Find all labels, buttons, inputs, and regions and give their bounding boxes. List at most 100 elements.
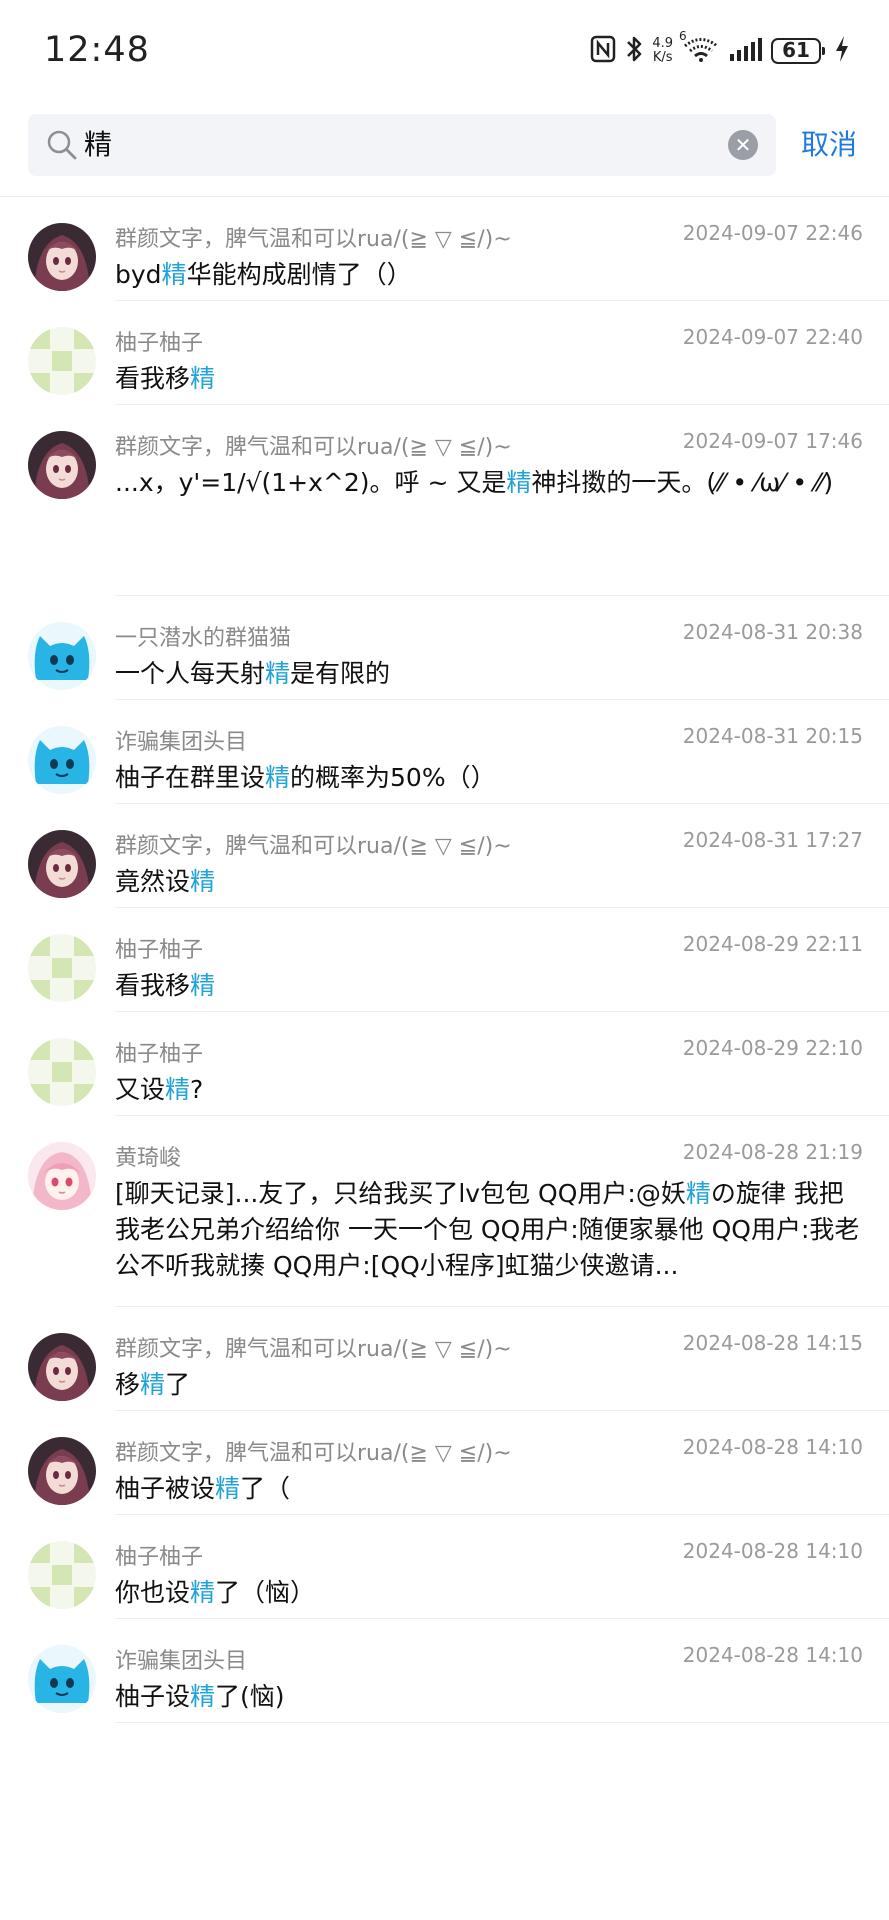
avatar[interactable] (28, 1437, 96, 1505)
cancel-button[interactable]: 取消 (801, 122, 857, 168)
green-checker-avatar-icon (28, 327, 96, 395)
message-text: [聊天记录]...友了，只给我买了lv包包 QQ用户:@妖精の旋律 我把我老公兄… (115, 1176, 865, 1284)
search-result-row[interactable]: 群颜文字，脾气温和可以rua/(≧ ▽ ≦/)~ 2024-09-07 22:46… (0, 197, 889, 301)
keyword-highlight: 精 (190, 867, 216, 896)
message-text: ...x，y'=1/√(1+x^2)。呼 ~ 又是精神抖擞的一天。(⁄⁄ • ⁄… (115, 465, 865, 501)
message-text-before: 柚子设 (115, 1682, 191, 1711)
signal-icon (729, 36, 763, 66)
keyword-highlight: 精 (215, 1474, 241, 1503)
search-result-row[interactable]: 黄琦峻 2024-08-28 21:19 [聊天记录]...友了，只给我买了lv包包… (0, 1116, 889, 1307)
sender-name: 柚子柚子 (115, 1545, 204, 1570)
search-result-row[interactable]: 群颜文字，脾气温和可以rua/(≧ ▽ ≦/)~ 2024-08-31 17:27… (0, 804, 889, 908)
sender-name: 诈骗集团头目 (115, 730, 248, 755)
message-text-before: 你也设 (115, 1578, 191, 1607)
avatar[interactable] (28, 726, 96, 794)
message-time: 2024-08-28 14:10 (682, 1643, 863, 1667)
message-time: 2024-08-28 14:10 (682, 1539, 863, 1563)
avatar[interactable] (28, 1333, 96, 1401)
anime-girl-avatar-icon (28, 1437, 96, 1505)
anime-girl-avatar-icon (28, 223, 96, 291)
keyword-highlight: 精 (165, 1075, 191, 1104)
keyword-highlight: 精 (685, 1179, 711, 1208)
avatar[interactable] (28, 1541, 96, 1609)
message-time: 2024-08-31 17:27 (682, 828, 863, 852)
message-time: 2024-09-07 17:46 (682, 429, 863, 453)
message-text-after: 是有限的 (290, 659, 391, 688)
keyword-highlight: 精 (190, 971, 216, 1000)
green-checker-avatar-icon (28, 934, 96, 1002)
anime-girl-avatar-icon (28, 830, 96, 898)
search-bar[interactable]: 精 ✕ (28, 114, 776, 176)
search-result-row[interactable]: 一只潜水的群猫猫 2024-08-31 20:38 一个人每天射精是有限的 (0, 596, 889, 700)
clear-search-icon[interactable]: ✕ (728, 130, 758, 160)
sender-name: 群颜文字，脾气温和可以rua/(≧ ▽ ≦/)~ (115, 834, 512, 859)
search-result-row[interactable]: 柚子柚子 2024-09-07 22:40 看我移精 (0, 301, 889, 405)
avatar[interactable] (28, 934, 96, 1002)
pink-hair-girl-avatar-icon (28, 1142, 96, 1210)
message-text-after: 了 (165, 1370, 191, 1399)
wifi-label: 6 (679, 29, 687, 43)
message-text: 看我移精 (115, 968, 865, 1004)
message-text-before: 柚子在群里设 (115, 763, 266, 792)
message-text-before: [聊天记录]...友了，只给我买了lv包包 QQ用户:@妖 (115, 1179, 686, 1208)
keyword-highlight: 精 (140, 1370, 166, 1399)
sender-name: 群颜文字，脾气温和可以rua/(≧ ▽ ≦/)~ (115, 227, 512, 252)
search-result-row[interactable]: 柚子柚子 2024-08-29 22:11 看我移精 (0, 908, 889, 1012)
keyword-highlight: 精 (265, 659, 291, 688)
message-text: 柚子设精了(恼) (115, 1679, 865, 1715)
sender-name: 群颜文字，脾气温和可以rua/(≧ ▽ ≦/)~ (115, 435, 512, 460)
blue-cat-avatar-icon (28, 726, 96, 794)
search-result-row[interactable]: 诈骗集团头目 2024-08-31 20:15 柚子在群里设精的概率为50%（） (0, 700, 889, 804)
message-time: 2024-08-31 20:15 (682, 724, 863, 748)
message-time: 2024-09-07 22:40 (682, 325, 863, 349)
message-text-before: 又设 (115, 1075, 166, 1104)
status-time: 12:48 (44, 30, 150, 70)
search-result-row[interactable]: 柚子柚子 2024-08-29 22:10 又设精? (0, 1012, 889, 1116)
message-text: byd精华能构成剧情了（） (115, 257, 865, 293)
anime-girl-avatar-icon (28, 1333, 96, 1401)
search-icon (46, 129, 78, 161)
charging-icon (835, 35, 849, 67)
sender-name: 柚子柚子 (115, 1042, 204, 1067)
message-text: 竟然设精 (115, 864, 865, 900)
search-result-row[interactable]: 群颜文字，脾气温和可以rua/(≧ ▽ ≦/)~ 2024-09-07 17:46… (0, 405, 889, 596)
avatar[interactable] (28, 223, 96, 291)
sender-name: 群颜文字，脾气温和可以rua/(≧ ▽ ≦/)~ (115, 1337, 512, 1362)
avatar[interactable] (28, 327, 96, 395)
avatar[interactable] (28, 1645, 96, 1713)
row-divider (115, 1722, 889, 1723)
avatar[interactable] (28, 622, 96, 690)
battery-indicator: 61 (771, 38, 825, 64)
blue-cat-avatar-icon (28, 1645, 96, 1713)
message-text-after: 了(恼) (215, 1682, 285, 1711)
keyword-highlight: 精 (161, 260, 187, 289)
search-input[interactable]: 精 (84, 114, 112, 176)
message-text-before: 看我移 (115, 971, 191, 1000)
search-result-row[interactable]: 群颜文字，脾气温和可以rua/(≧ ▽ ≦/)~ 2024-08-28 14:15… (0, 1307, 889, 1411)
avatar[interactable] (28, 1038, 96, 1106)
avatar[interactable] (28, 830, 96, 898)
message-text-before: 移 (115, 1370, 141, 1399)
search-result-row[interactable]: 诈骗集团头目 2024-08-28 14:10 柚子设精了(恼) (0, 1619, 889, 1723)
message-time: 2024-08-28 14:15 (682, 1331, 863, 1355)
search-result-row[interactable]: 群颜文字，脾气温和可以rua/(≧ ▽ ≦/)~ 2024-08-28 14:10… (0, 1411, 889, 1515)
avatar[interactable] (28, 1142, 96, 1210)
status-bar: 12:48 4.9 K/s 6 61 (0, 0, 889, 100)
message-text-before: 柚子被设 (115, 1474, 216, 1503)
message-text-before: byd (115, 260, 162, 289)
message-time: 2024-08-28 21:19 (682, 1140, 863, 1164)
message-text-before: ...x，y'=1/√(1+x^2)。呼 ~ 又是 (115, 468, 507, 497)
keyword-highlight: 精 (190, 1578, 216, 1607)
message-text-before: 看我移 (115, 364, 191, 393)
sender-name: 诈骗集团头目 (115, 1649, 248, 1674)
search-result-row[interactable]: 柚子柚子 2024-08-28 14:10 你也设精了（恼） (0, 1515, 889, 1619)
network-speed: 4.9 K/s (652, 37, 673, 65)
green-checker-avatar-icon (28, 1541, 96, 1609)
message-text: 柚子在群里设精的概率为50%（） (115, 760, 865, 796)
avatar[interactable] (28, 431, 96, 499)
message-text-after: 了（ (240, 1474, 291, 1503)
keyword-highlight: 精 (190, 364, 216, 393)
message-text: 柚子被设精了（ (115, 1471, 865, 1507)
wifi-icon: 6 (679, 29, 721, 67)
message-text: 你也设精了（恼） (115, 1575, 865, 1611)
